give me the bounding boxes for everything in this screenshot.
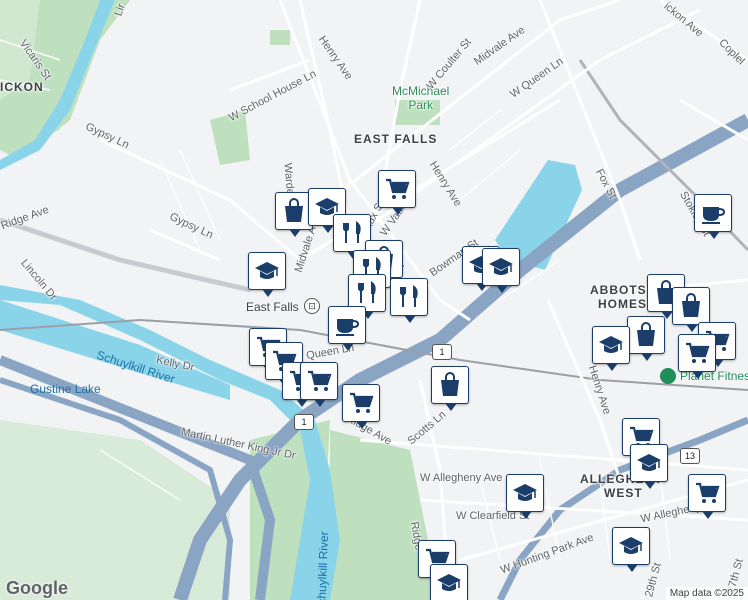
poi-pin-school[interactable] bbox=[482, 248, 520, 293]
water-label: Gustine Lake bbox=[30, 382, 101, 396]
route-shield-1: 1 bbox=[432, 344, 452, 360]
street-label: W Allegheny Ave bbox=[420, 472, 503, 484]
neighborhood-label: HOMES bbox=[598, 297, 648, 311]
poi-pin-school[interactable] bbox=[612, 527, 650, 572]
neighborhood-label: EAST FALLS bbox=[354, 132, 438, 146]
poi-pin-bag[interactable] bbox=[672, 287, 710, 332]
poi-pin-school[interactable] bbox=[630, 444, 668, 489]
route-shield-13: 13 bbox=[680, 448, 700, 464]
gym-icon[interactable] bbox=[660, 368, 676, 384]
station-label: East Falls bbox=[246, 300, 299, 314]
park-label: McMichael Park bbox=[392, 84, 450, 112]
neighborhood-label: ICKON bbox=[0, 80, 44, 94]
train-station-icon[interactable]: ⊡ bbox=[304, 298, 320, 314]
neighborhood-label: WEST bbox=[604, 486, 643, 500]
poi-pin-coffee[interactable] bbox=[694, 194, 732, 239]
water-label: Schuylkill River bbox=[314, 531, 332, 600]
poi-pin-school[interactable] bbox=[592, 326, 630, 371]
poi-pin-cart[interactable] bbox=[688, 474, 726, 519]
poi-pin-school[interactable] bbox=[506, 474, 544, 519]
google-logo: Google bbox=[6, 578, 68, 598]
poi-pin-cart[interactable] bbox=[678, 334, 716, 379]
poi-pin-cart[interactable] bbox=[378, 170, 416, 215]
poi-pin-bag[interactable] bbox=[431, 366, 469, 411]
poi-pin-cart[interactable] bbox=[342, 384, 380, 429]
map-attribution[interactable]: Map data ©2025 bbox=[665, 587, 748, 600]
poi-pin-cart[interactable] bbox=[300, 362, 338, 407]
map-canvas[interactable]: EAST FALLS ABBOTSFORD HOMES ALLEGHENY WE… bbox=[0, 0, 748, 600]
poi-pin-bag[interactable] bbox=[627, 316, 665, 361]
route-shield-1: 1 bbox=[294, 414, 314, 430]
poi-pin-restaurant[interactable] bbox=[390, 278, 428, 323]
poi-pin-coffee[interactable] bbox=[328, 306, 366, 351]
poi-pin-school[interactable] bbox=[430, 564, 468, 600]
poi-pin-school[interactable] bbox=[248, 252, 286, 297]
